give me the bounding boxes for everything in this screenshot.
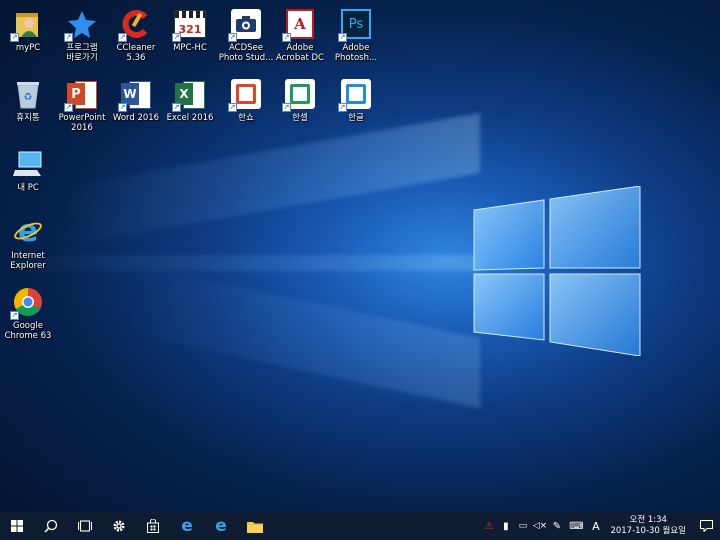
powerpoint-glyph: P: [71, 86, 81, 102]
gear-icon: [113, 520, 125, 532]
ccleaner-icon: ↗: [118, 8, 152, 42]
windows-start-icon: [11, 520, 23, 532]
task-view-button[interactable]: [68, 512, 102, 540]
taskbar-internet-explorer[interactable]: e: [204, 512, 238, 540]
desktop-icon-internet-explorer[interactable]: e Internet Explorer: [0, 214, 60, 280]
mpc-icon: 321 ↗: [172, 8, 206, 42]
clock-date: 2017-10-30 월요일: [610, 526, 686, 536]
desktop-icon-label: Internet Explorer: [10, 251, 46, 271]
desktop-icon-acrobat[interactable]: A ↗ Adobe Acrobat DC: [268, 6, 332, 72]
user-folder-icon: ↗: [10, 8, 44, 42]
desktop-icon-this-pc[interactable]: 내 PC: [0, 146, 60, 212]
desktop-icon-label: Excel 2016: [166, 113, 214, 123]
desktop-icon-label: Adobe Photosh...: [334, 43, 378, 63]
recycle-bin-icon: ♻: [12, 78, 44, 110]
camera-icon: ↗: [228, 8, 262, 42]
desktop-icon-mpc-hc[interactable]: 321 ↗ MPC-HC: [158, 6, 222, 72]
network-disconnected-icon[interactable]: ▭: [514, 512, 531, 540]
desktop-icon-excel[interactable]: X ↗ Excel 2016: [158, 76, 222, 142]
powerpoint-icon: P ↗: [64, 78, 98, 112]
taskbar-edge[interactable]: e: [170, 512, 204, 540]
action-center-button[interactable]: [692, 512, 720, 540]
desktop-icon-label: 한글: [348, 113, 364, 123]
desktop-icon-hancell[interactable]: ↗ 한셀: [268, 76, 332, 142]
taskbar-file-explorer[interactable]: [238, 512, 272, 540]
edge-icon: e: [181, 516, 193, 536]
windows-logo: [473, 186, 641, 356]
notification-icon: [699, 520, 713, 532]
taskbar-store[interactable]: [136, 512, 170, 540]
photoshop-glyph: Ps: [348, 16, 364, 32]
taskbar-settings[interactable]: [102, 512, 136, 540]
taskbar: e e ⚠ ▮ ▭ ◁× ✎ ⌨ A 오전 1:34 2017-10-30 월요…: [0, 512, 720, 540]
clock[interactable]: 오전 1:34 2017-10-30 월요일: [604, 515, 692, 537]
hangul-icon: ↗: [338, 78, 372, 112]
folder-icon: [247, 521, 263, 533]
start-button[interactable]: [0, 512, 34, 540]
desktop-icon-label: Google Chrome 63: [4, 321, 52, 341]
desktop-icon-hangul[interactable]: ↗ 한글: [324, 76, 388, 142]
svg-text:♻: ♻: [24, 92, 33, 103]
volume-muted-icon[interactable]: ◁×: [531, 512, 548, 540]
computer-icon: [12, 148, 44, 180]
task-view-icon: [78, 520, 92, 532]
pen-icon[interactable]: ✎: [548, 512, 565, 540]
excel-icon: X ↗: [172, 78, 206, 112]
system-tray: ⚠ ▮ ▭ ◁× ✎ ⌨ A 오전 1:34 2017-10-30 월요일: [480, 512, 720, 540]
desktop-icon-google-chrome[interactable]: ↗ Google Chrome 63: [0, 284, 60, 350]
star-icon: ↗: [64, 8, 98, 42]
hanshow-icon: ↗: [228, 78, 262, 112]
desktop-icon-label: MPC-HC: [173, 43, 207, 53]
tray-alert-icon[interactable]: ⚠: [480, 512, 497, 540]
desktop-icon-label: 한셀: [292, 113, 308, 123]
desktop-icon-photoshop[interactable]: Ps ↗ Adobe Photosh...: [324, 6, 388, 72]
search-icon: [44, 519, 58, 533]
chrome-icon: ↗: [10, 286, 44, 320]
acrobat-glyph: A: [294, 15, 306, 33]
usb-icon[interactable]: ▮: [497, 512, 514, 540]
photoshop-icon: Ps ↗: [338, 8, 372, 42]
acrobat-icon: A ↗: [282, 8, 316, 42]
excel-glyph: X: [179, 87, 189, 101]
touch-keyboard-icon[interactable]: ⌨: [565, 512, 587, 540]
hancell-icon: ↗: [282, 78, 316, 112]
mpc-glyph: 321: [178, 23, 202, 36]
search-button[interactable]: [34, 512, 68, 540]
internet-explorer-icon: e: [11, 216, 45, 248]
internet-explorer-icon: e: [215, 516, 227, 536]
desktop-icon-label: Adobe Acrobat DC: [276, 43, 324, 63]
word-glyph: W: [123, 87, 137, 101]
ime-indicator[interactable]: A: [587, 512, 604, 540]
desktop-icon-label: 내 PC: [17, 183, 39, 193]
word-icon: W ↗: [118, 78, 152, 112]
store-bag-icon: [147, 519, 159, 533]
clock-time: 오전 1:34: [629, 515, 667, 525]
